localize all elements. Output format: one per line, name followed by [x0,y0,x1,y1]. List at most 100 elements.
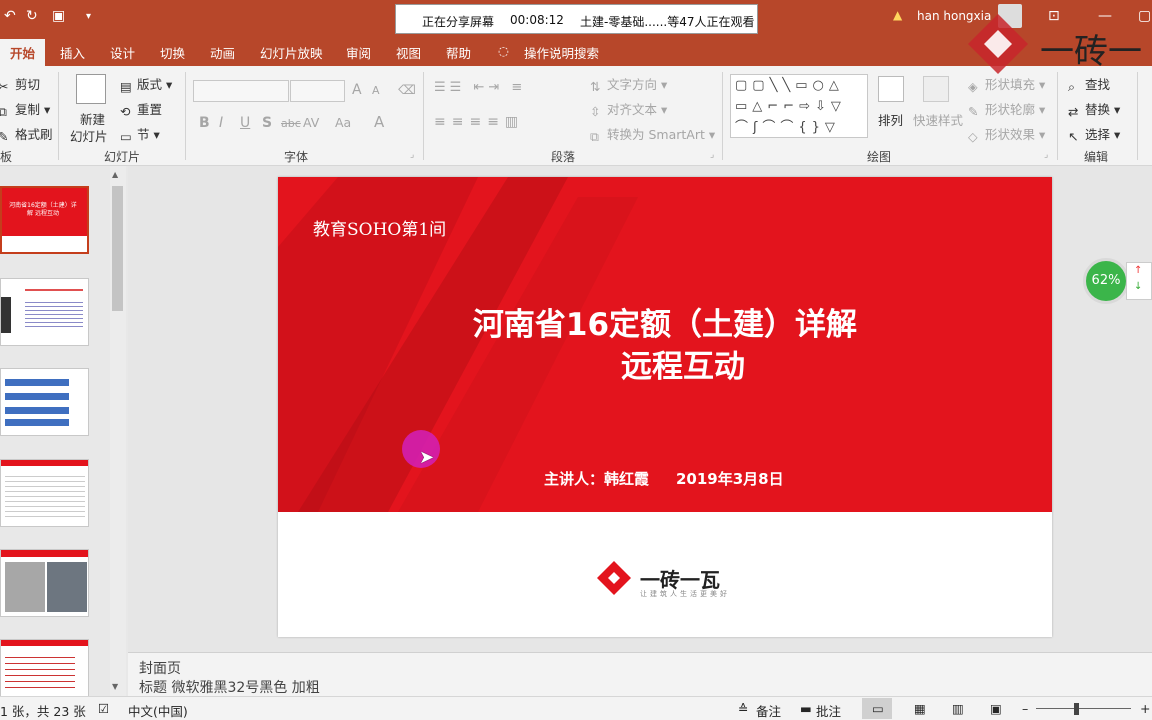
font-shrink-icon[interactable]: A [372,84,380,97]
group-font-label: 字体 [284,150,309,164]
slide-title[interactable]: 河南省16定额（土建）详解 [278,299,1052,344]
notes-pane[interactable]: 封面页 标题 微软雅黑32号黑色 加粗 [128,652,1152,696]
quick-styles-icon[interactable] [923,76,949,102]
tab-home[interactable]: 开始 [0,39,46,68]
tab-review[interactable]: 审阅 [346,43,371,62]
arrange-icon[interactable] [878,76,904,102]
scroll-down-icon[interactable]: ▼ [112,682,118,691]
align-buttons[interactable]: ≡≡≡≡▥ [434,114,524,130]
redo-icon[interactable]: ↻ [26,8,38,24]
layout-label: 版式 [137,77,163,92]
thumbnail-3[interactable] [0,368,89,436]
align-text-button[interactable]: ⇳ 对齐文本 ▾ [590,99,667,119]
spellcheck-icon[interactable]: ☑ [98,701,109,716]
shape-effects-button[interactable]: ◇ 形状效果 ▾ [968,124,1045,144]
shadow-button[interactable]: S [262,115,272,131]
arrange-label[interactable]: 排列 [878,110,903,129]
tab-insert[interactable]: 插入 [60,43,85,62]
italic-button[interactable]: I [219,115,223,131]
notes-line-2[interactable]: 标题 微软雅黑32号黑色 加粗 [139,677,320,697]
arrow-up-icon: ↑ [1134,265,1143,276]
thumbnail-5[interactable] [0,549,89,617]
zoom-in-icon[interactable]: + [1140,701,1150,716]
thumbnail-4[interactable] [0,459,89,527]
list-buttons[interactable]: ☰☰ ⇤⇥ ≡ [434,80,526,95]
shape-outline-label: 形状轮廓 [985,102,1036,117]
comments-icon[interactable]: ▬ [800,701,812,716]
thumbnail-2[interactable] [0,278,89,346]
thumbnail-6[interactable] [0,639,89,699]
slideshow-from-start-icon[interactable]: ▣ [52,8,65,24]
new-slide-label-2[interactable]: 幻灯片 [70,126,108,145]
font-grow-icon[interactable]: A [352,82,362,98]
zoom-slider-thumb[interactable] [1074,703,1079,715]
notes-toggle-button[interactable]: 备注 [756,701,781,720]
quick-styles-label[interactable]: 快速样式 [913,110,963,129]
ribbon: ✂ 剪切 ⧉ 复制 ▾ ✎ 格式刷 板 新建 幻灯片 ▤ 版式 ▾ ⟲ 重置 ▭ 节 ▾ 幻… [0,66,1152,166]
reading-view-icon[interactable]: ▥ [952,701,964,716]
slideshow-view-icon[interactable]: ▣ [990,701,1002,716]
share-title: 土建-零基础......等47人正在观看 [580,15,755,29]
zoom-badge-panel[interactable]: ↑ ↓ [1126,262,1152,300]
copy-button[interactable]: ⧉ 复制 ▾ [0,99,50,119]
change-case-button[interactable]: Aa [335,115,351,130]
cut-button[interactable]: ✂ 剪切 [0,74,41,94]
zoom-slider-track[interactable] [1036,708,1131,709]
cut-label: 剪切 [15,77,41,92]
clear-format-icon[interactable]: ⌫ [398,82,416,97]
slide-title-line2[interactable]: 远程互动 [278,341,1052,386]
slide-thumbnails-pane: 河南省16定额（土建）详解 远程互动 [0,166,128,699]
select-button[interactable]: ↖ 选择 ▾ [1068,124,1120,144]
slide-canvas[interactable]: 教育SOHO第1间 河南省16定额（土建）详解 远程互动 主讲人：韩红霞 201… [278,177,1052,637]
shapes-gallery[interactable]: ▢▢╲╲▭○△ ▭△⌐⌐⇨⇩▽ ⌒ʃ⌒⌒{}▽ [730,74,868,138]
tab-animations[interactable]: 动画 [210,43,235,62]
undo-icon[interactable]: ↶ [4,8,16,24]
paragraph-dialog-launcher-icon[interactable]: ⌟ [710,150,714,160]
tab-transitions[interactable]: 切换 [160,43,185,62]
group-editing-label: 编辑 [1084,150,1109,164]
strikethrough-button[interactable]: abc [281,117,301,130]
layout-button[interactable]: ▤ 版式 ▾ [120,74,172,94]
shape-outline-button[interactable]: ✎ 形状轮廓 ▾ [968,99,1045,119]
replace-button[interactable]: ⇄ 替换 ▾ [1068,99,1120,119]
font-color-button[interactable]: A [374,113,384,131]
text-direction-button[interactable]: ⇅ 文字方向 ▾ [590,74,667,94]
char-spacing-button[interactable]: AV [303,115,319,130]
slide-logo-icon [597,561,631,595]
bold-button[interactable]: B [199,115,210,131]
tab-view[interactable]: 视图 [396,43,421,62]
reset-button[interactable]: ⟲ 重置 [120,99,162,119]
group-drawing-label: 绘图 [867,150,892,164]
slide-presenter[interactable]: 主讲人：韩红霞 [544,468,649,489]
format-painter-button[interactable]: ✎ 格式刷 [0,124,53,144]
lightbulb-icon: ◌ [498,43,509,58]
customize-qat-icon[interactable]: ▾ [86,11,91,22]
separator [58,72,59,160]
watermark-logo: 一砖一 [964,10,1152,80]
section-button[interactable]: ▭ 节 ▾ [120,124,160,144]
language-indicator[interactable]: 中文(中国) [128,701,188,720]
tab-help[interactable]: 帮助 [446,43,471,62]
font-name-dropdown[interactable] [193,80,289,102]
slide-sorter-icon[interactable]: ▦ [914,701,926,716]
new-slide-icon[interactable] [76,74,106,104]
smartart-button[interactable]: ⧉ 转换为 SmartArt ▾ [590,124,715,144]
tell-me-search[interactable]: 操作说明搜索 [524,43,599,62]
notes-line-1[interactable]: 封面页 [139,658,181,678]
font-size-dropdown[interactable] [290,80,345,102]
tab-slideshow[interactable]: 幻灯片放映 [260,43,323,62]
font-dialog-launcher-icon[interactable]: ⌟ [410,150,414,160]
scroll-up-icon[interactable]: ▲ [112,170,118,179]
zoom-out-icon[interactable]: – [1022,701,1028,716]
underline-button[interactable]: U [240,115,250,131]
separator [423,72,424,160]
tab-design[interactable]: 设计 [110,43,135,62]
zoom-badge[interactable]: 62% [1083,258,1129,304]
slide-subtitle-top[interactable]: 教育SOHO第1间 [313,215,446,240]
notes-toggle-icon[interactable]: ≙ [738,701,748,716]
drawing-dialog-launcher-icon[interactable]: ⌟ [1044,150,1048,160]
slide-date[interactable]: 2019年3月8日 [676,468,784,489]
thumbnails-scroll-thumb[interactable] [112,186,123,311]
thumbnail-1[interactable]: 河南省16定额（土建）详解 远程互动 [0,186,89,254]
comments-button[interactable]: 批注 [816,701,841,720]
